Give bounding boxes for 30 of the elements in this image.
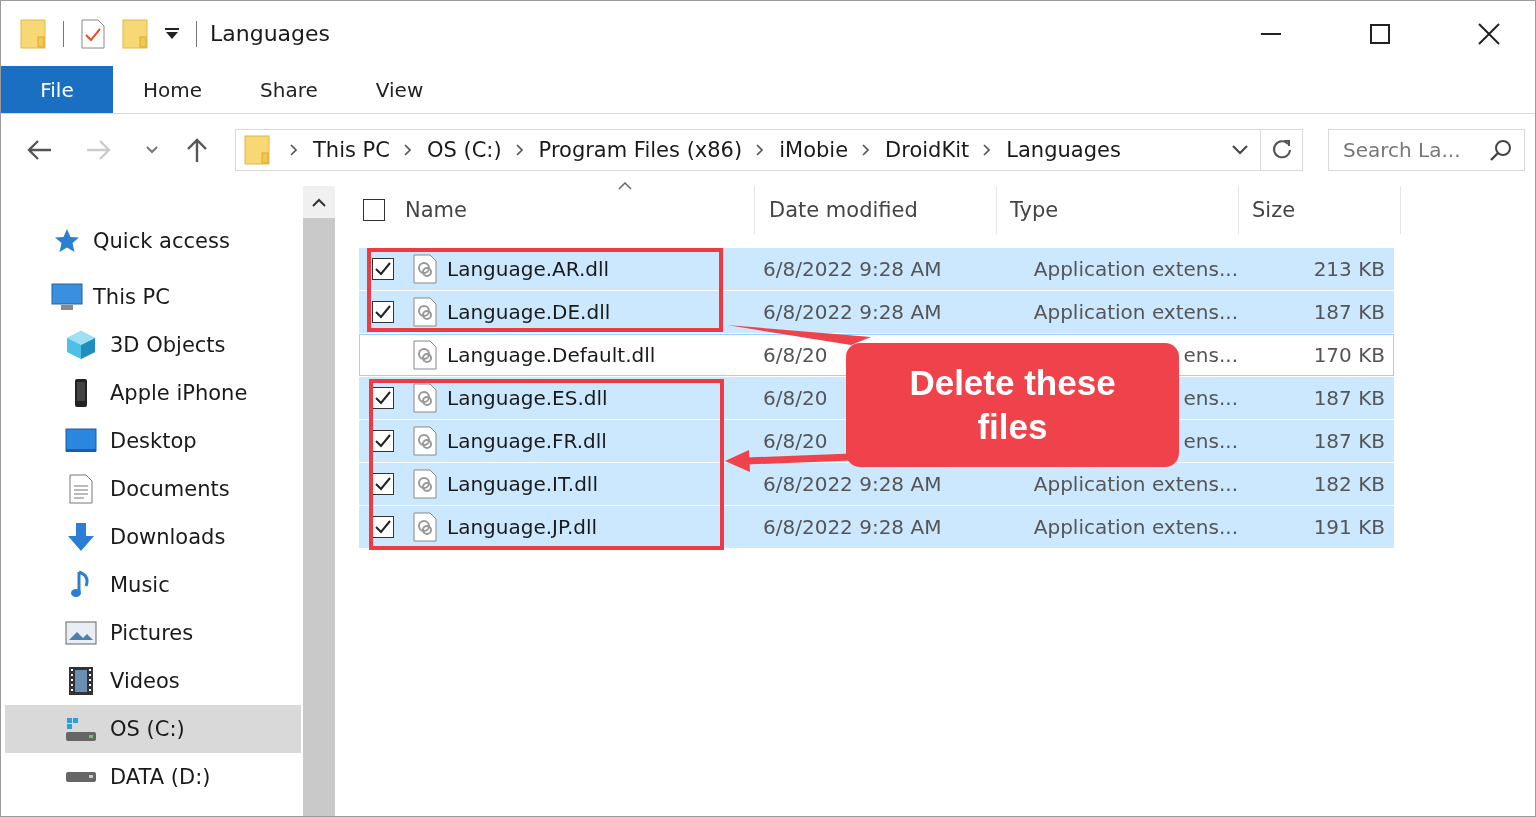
date-modified: 6/8/2022 9:28 AM: [763, 472, 942, 496]
file-name: Language.DE.dll: [447, 300, 611, 324]
file-size: 187 KB: [1313, 300, 1385, 324]
file-type: Application extens...: [1033, 515, 1238, 539]
file-type: Application extens...: [1033, 300, 1238, 324]
file-size: 187 KB: [1313, 429, 1385, 453]
file-size: 182 KB: [1313, 472, 1385, 496]
file-name: Language.IT.dll: [447, 472, 598, 496]
file-name: Language.Default.dll: [447, 343, 656, 367]
date-modified: 6/8/2022 9:28 AM: [763, 300, 942, 324]
file-size: 170 KB: [1313, 343, 1385, 367]
date-modified: 6/8/20: [763, 429, 828, 453]
date-modified: 6/8/20: [763, 343, 828, 367]
date-modified: 6/8/2022 9:28 AM: [763, 515, 942, 539]
date-modified: 6/8/20: [763, 386, 828, 410]
window-title: Languages: [210, 21, 331, 46]
file-type: ens...: [1183, 386, 1238, 410]
callout-tooltip: Delete these files: [846, 343, 1179, 467]
file-type: ens...: [1183, 343, 1238, 367]
file-name: Language.JP.dll: [447, 515, 598, 539]
file-type: Application extens...: [1033, 257, 1238, 281]
file-size: 191 KB: [1313, 515, 1385, 539]
file-size: 187 KB: [1313, 386, 1385, 410]
file-name: Language.FR.dll: [447, 429, 607, 453]
file-name: Language.ES.dll: [447, 386, 608, 410]
file-name: Language.AR.dll: [447, 257, 610, 281]
date-modified: 6/8/2022 9:28 AM: [763, 257, 942, 281]
file-type: ens...: [1183, 429, 1238, 453]
file-size: 213 KB: [1313, 257, 1385, 281]
file-type: Application extens...: [1033, 472, 1238, 496]
